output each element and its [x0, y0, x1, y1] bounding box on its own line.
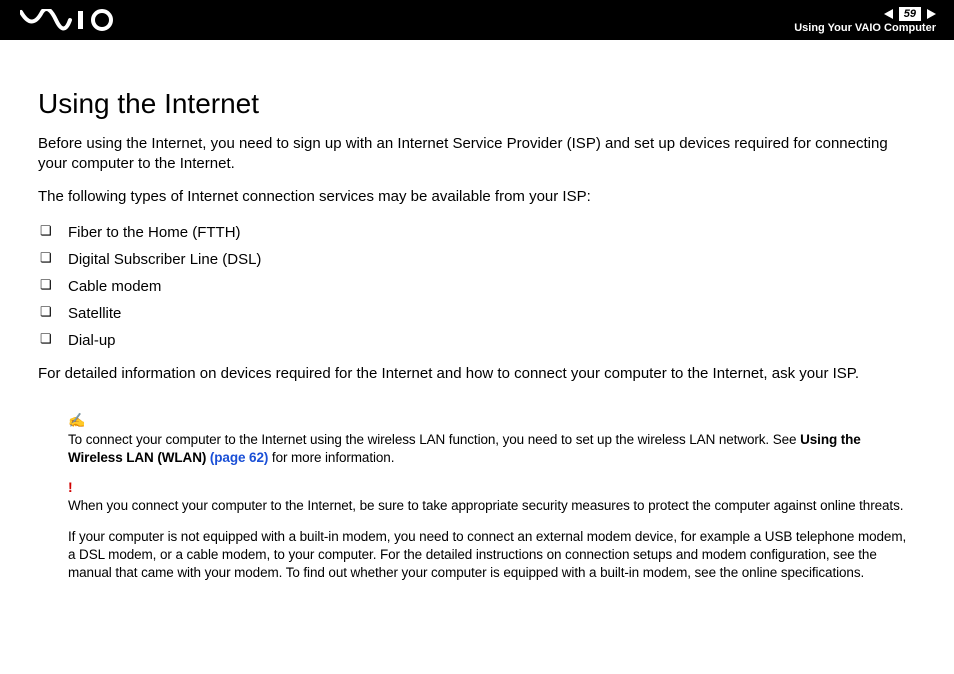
page-content: Using the Internet Before using the Inte…: [0, 40, 954, 614]
note-text-post: for more information.: [268, 450, 394, 465]
intro-paragraph-2: The following types of Internet connecti…: [38, 187, 916, 207]
security-note: When you connect your computer to the In…: [68, 497, 916, 515]
list-item: Satellite: [38, 300, 916, 327]
list-item: Digital Subscriber Line (DSL): [38, 246, 916, 273]
modem-note: If your computer is not equipped with a …: [68, 528, 916, 583]
list-item: Dial-up: [38, 327, 916, 354]
page-title: Using the Internet: [38, 88, 916, 120]
list-item: Fiber to the Home (FTTH): [38, 219, 916, 246]
header-right: 59 Using Your VAIO Computer: [794, 7, 936, 34]
next-page-arrow-icon[interactable]: [927, 9, 936, 19]
vaio-logo: [20, 9, 130, 31]
list-item: Cable modem: [38, 273, 916, 300]
note-text-pre: To connect your computer to the Internet…: [68, 432, 800, 447]
wlan-note: To connect your computer to the Internet…: [68, 431, 916, 467]
prev-page-arrow-icon[interactable]: [884, 9, 893, 19]
isp-paragraph: For detailed information on devices requ…: [38, 364, 916, 384]
pencil-icon: ✍: [68, 412, 916, 429]
page-link[interactable]: (page 62): [210, 450, 268, 465]
connection-type-list: Fiber to the Home (FTTH) Digital Subscri…: [38, 219, 916, 354]
header-bar: 59 Using Your VAIO Computer: [0, 0, 954, 40]
section-title: Using Your VAIO Computer: [794, 22, 936, 34]
warning-icon: !: [68, 479, 916, 495]
notes-section: ✍ To connect your computer to the Intern…: [38, 396, 916, 582]
intro-paragraph-1: Before using the Internet, you need to s…: [38, 134, 916, 175]
page-number: 59: [899, 7, 921, 21]
page-navigation: 59: [884, 7, 936, 21]
